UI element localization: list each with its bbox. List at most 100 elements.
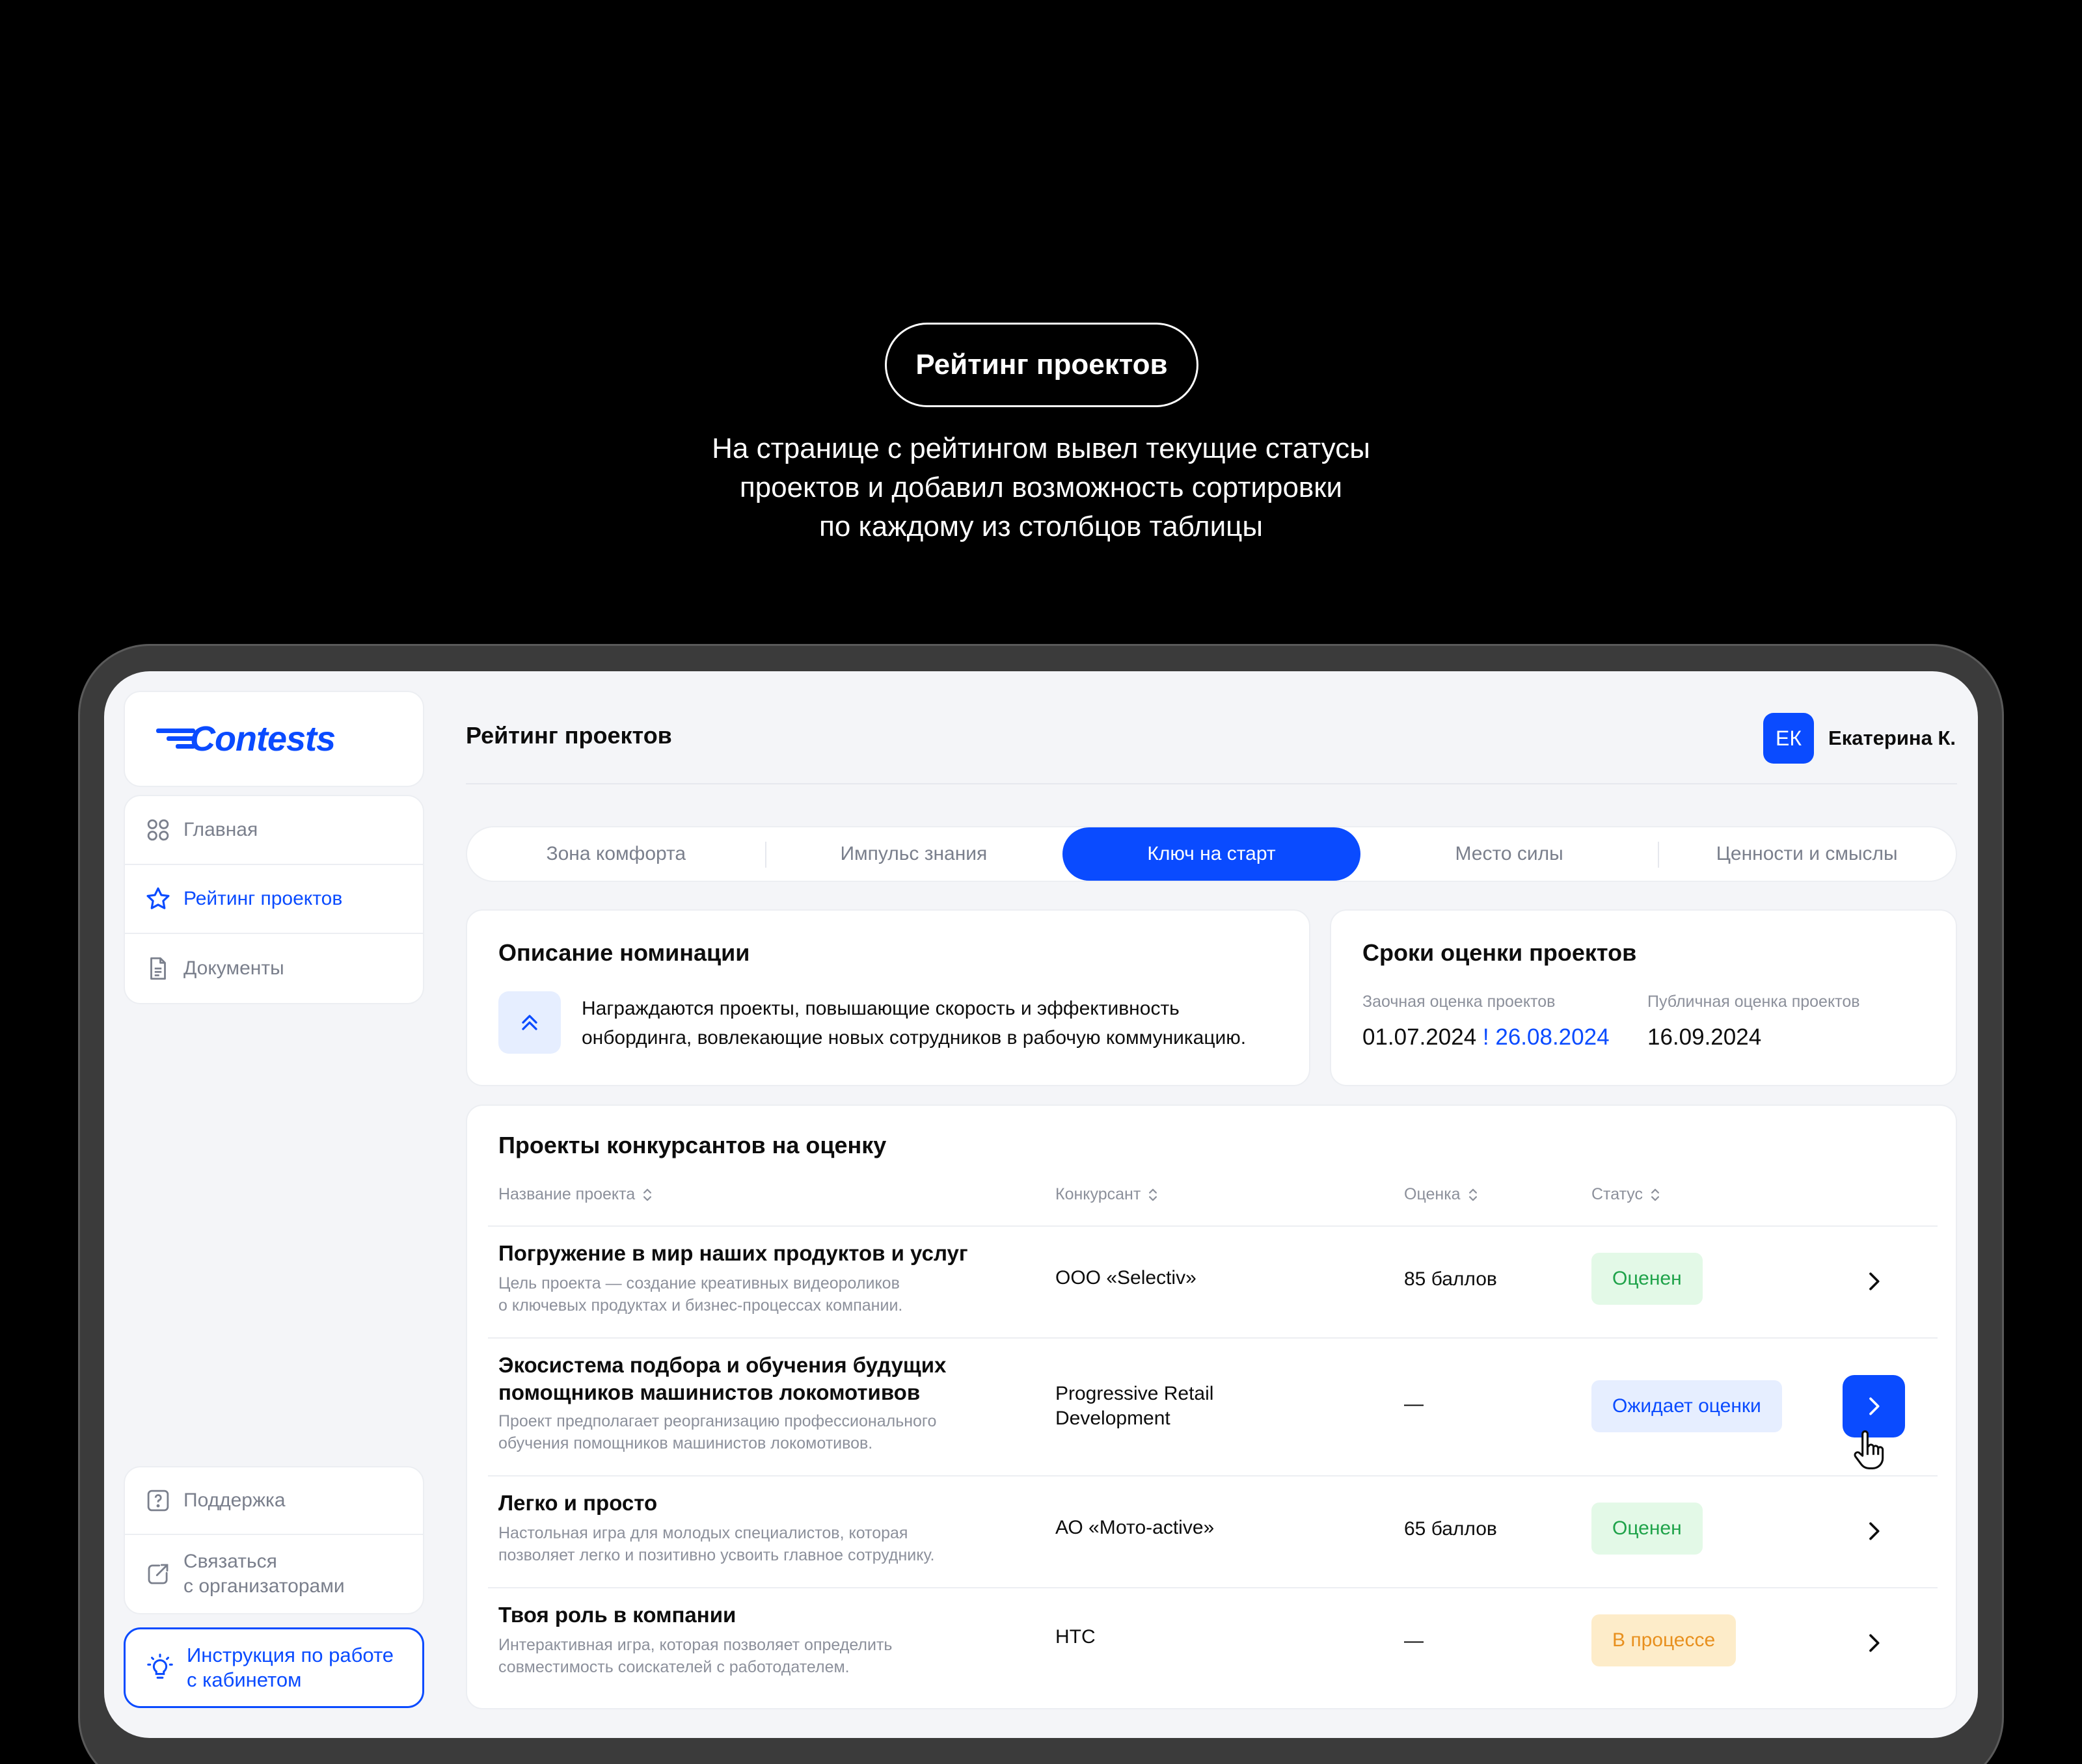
projects-title: Проекты конкурсантов на оценку xyxy=(498,1132,887,1158)
project-description: Цель проекта — создание креативных видео… xyxy=(498,1272,1032,1316)
table-row[interactable]: Легко и просто Настольная игра для молод… xyxy=(467,1477,1958,1587)
sidebar-item-documents[interactable]: Документы xyxy=(125,934,423,1003)
score: 85 баллов xyxy=(1404,1268,1497,1290)
remote-start-date: 01.07.2024 xyxy=(1362,1024,1477,1050)
project-title: Твоя роль в компании xyxy=(498,1603,737,1627)
public-evaluation-date: 16.09.2024 xyxy=(1647,1024,1762,1050)
contestant: Progressive Retail Development xyxy=(1055,1382,1213,1431)
logo-text: Contests xyxy=(190,719,336,758)
remote-evaluation-label: Заочная оценка проектов xyxy=(1362,993,1556,1011)
column-header-label: Статус xyxy=(1591,1185,1643,1203)
sidebar-help: Поддержка Связаться с организаторами xyxy=(124,1466,424,1614)
project-title: Легко и просто xyxy=(498,1491,658,1515)
project-description: Проект предполагает реорганизацию профес… xyxy=(498,1410,1032,1454)
score: — xyxy=(1404,1393,1424,1415)
question-icon xyxy=(147,1490,169,1512)
deadlines-title: Сроки оценки проектов xyxy=(1362,939,1637,966)
tab-values-and-meanings[interactable]: Ценности и смыслы xyxy=(1658,827,1956,881)
sort-icon xyxy=(1149,1188,1157,1201)
chevron-right-icon xyxy=(1869,1522,1880,1540)
status-badge: Ожидает оценки xyxy=(1591,1380,1782,1432)
column-header-score[interactable]: Оценка xyxy=(1404,1185,1480,1204)
tab-knowledge-impulse[interactable]: Импульс знания xyxy=(764,827,1063,881)
table-row[interactable]: Экосистема подбора и обучения будущих по… xyxy=(467,1339,1958,1475)
app-screen: Contests Главная Рейтинг проектов Докуме… xyxy=(104,671,1978,1738)
score: — xyxy=(1404,1630,1424,1651)
hero-line: по каждому из столбцов таблицы xyxy=(819,511,1263,542)
deadlines-card: Сроки оценки проектов Заочная оценка про… xyxy=(1330,909,1957,1086)
sidebar-item-label: Главная xyxy=(183,819,258,840)
project-description-line: позволяет легко и позитивно усвоить глав… xyxy=(498,1546,935,1564)
hand-cursor-icon xyxy=(1854,1430,1884,1469)
contestant: НТС xyxy=(1055,1626,1096,1648)
guide-label-line: Инструкция по работе xyxy=(187,1644,394,1666)
table-row[interactable]: Твоя роль в компании Интерактивная игра,… xyxy=(467,1588,1958,1699)
score: 65 баллов xyxy=(1404,1518,1497,1540)
open-project-button[interactable] xyxy=(1843,1500,1905,1562)
open-project-button[interactable] xyxy=(1843,1612,1905,1674)
project-description-line: Интерактивная игра, которая позволяет оп… xyxy=(498,1636,893,1654)
project-title-line: Экосистема подбора и обучения будущих xyxy=(498,1353,947,1377)
nomination-description-card: Описание номинации Награждаются проекты,… xyxy=(466,909,1310,1086)
guide-label-line: с кабинетом xyxy=(187,1668,302,1691)
external-link-icon xyxy=(148,1564,169,1584)
tab-comfort-zone[interactable]: Зона комфорта xyxy=(467,827,765,881)
project-title: Погружение в мир наших продуктов и услуг xyxy=(498,1241,968,1265)
contact-label-line: Связаться xyxy=(183,1551,277,1572)
project-description-line: обучения помощников машинистов локомотив… xyxy=(498,1434,873,1452)
column-header-status[interactable]: Статус xyxy=(1591,1185,1662,1204)
project-title: Экосистема подбора и обучения будущих по… xyxy=(498,1352,1019,1406)
remote-evaluation-dates: 01.07.2024 ! 26.08.2024 xyxy=(1362,1024,1610,1050)
chevron-right-icon xyxy=(1869,1634,1880,1652)
table-row[interactable]: Погружение в мир наших продуктов и услуг… xyxy=(467,1227,1958,1337)
chevron-right-icon xyxy=(1869,1272,1880,1290)
document-icon xyxy=(150,957,166,980)
sidebar-item-home[interactable]: Главная xyxy=(125,796,423,865)
tab-place-of-power[interactable]: Место силы xyxy=(1360,827,1658,881)
chevron-right-icon xyxy=(1869,1397,1880,1415)
tab-key-to-start[interactable]: Ключ на старт xyxy=(1062,827,1360,881)
sidebar-item-contact[interactable]: Связаться с организаторами xyxy=(125,1535,423,1613)
description-line: Награждаются проекты, повышающие скорост… xyxy=(582,998,1180,1019)
column-header-contestant[interactable]: Конкурсант xyxy=(1055,1185,1160,1204)
open-project-button[interactable] xyxy=(1843,1250,1905,1313)
public-evaluation-label: Публичная оценка проектов xyxy=(1647,993,1860,1011)
remote-evaluation: Заочная оценка проектов 01.07.2024 ! 26.… xyxy=(1362,993,1610,1050)
logo-card[interactable]: Contests xyxy=(124,691,424,787)
sidebar-item-rating[interactable]: Рейтинг проектов xyxy=(125,865,423,934)
project-description-line: совместимость соискателей с работодателе… xyxy=(498,1658,850,1676)
status-badge: Оценен xyxy=(1591,1503,1703,1555)
sidebar-item-label: Рейтинг проектов xyxy=(183,888,343,909)
grid-icon xyxy=(147,819,169,841)
projects-table-card: Проекты конкурсантов на оценку Название … xyxy=(466,1104,1957,1709)
sidebar-item-label: Документы xyxy=(183,957,284,979)
open-project-button[interactable] xyxy=(1843,1375,1905,1437)
column-header-project[interactable]: Название проекта xyxy=(498,1185,655,1204)
guide-button[interactable]: Инструкция по работе с кабинетом xyxy=(124,1627,424,1708)
project-description: Настольная игра для молодых специалистов… xyxy=(498,1522,1032,1566)
remote-end-date: 26.08.2024 xyxy=(1495,1024,1610,1050)
project-description: Интерактивная игра, которая позволяет оп… xyxy=(498,1634,1032,1678)
support-label: Поддержка xyxy=(183,1490,286,1511)
date-separator: ! xyxy=(1482,1024,1489,1050)
hero-subtitle: На странице с рейтингом вывел текущие ст… xyxy=(586,429,1496,546)
project-description-line: Проект предполагает реорганизацию профес… xyxy=(498,1412,937,1430)
project-title-line: помощников машинистов локомотивов xyxy=(498,1380,921,1404)
star-icon xyxy=(146,887,170,909)
sort-icon xyxy=(643,1188,652,1201)
column-header-label: Название проекта xyxy=(498,1185,636,1203)
project-description-line: о ключевых продуктах и бизнес-процессах … xyxy=(498,1296,903,1315)
lightbulb-icon xyxy=(147,1653,173,1679)
project-description-line: Цель проекта — создание креативных видео… xyxy=(498,1274,900,1292)
sort-icon xyxy=(1651,1188,1660,1201)
contestant: ООО «Selectiv» xyxy=(1055,1267,1196,1289)
status-badge: Оценен xyxy=(1591,1253,1703,1305)
contestant-line: Progressive Retail xyxy=(1055,1383,1214,1404)
column-header-label: Конкурсант xyxy=(1055,1185,1141,1203)
sidebar-item-support[interactable]: Поддержка xyxy=(125,1467,423,1535)
page-title: Рейтинг проектов xyxy=(466,722,672,749)
description-text: Награждаются проекты, повышающие скорост… xyxy=(582,994,1297,1052)
user-menu[interactable]: ЕК Екатерина К. xyxy=(1763,713,1956,764)
hero-line: проектов и добавил возможность сортировк… xyxy=(739,472,1343,503)
contestant-line: Development xyxy=(1055,1408,1170,1429)
